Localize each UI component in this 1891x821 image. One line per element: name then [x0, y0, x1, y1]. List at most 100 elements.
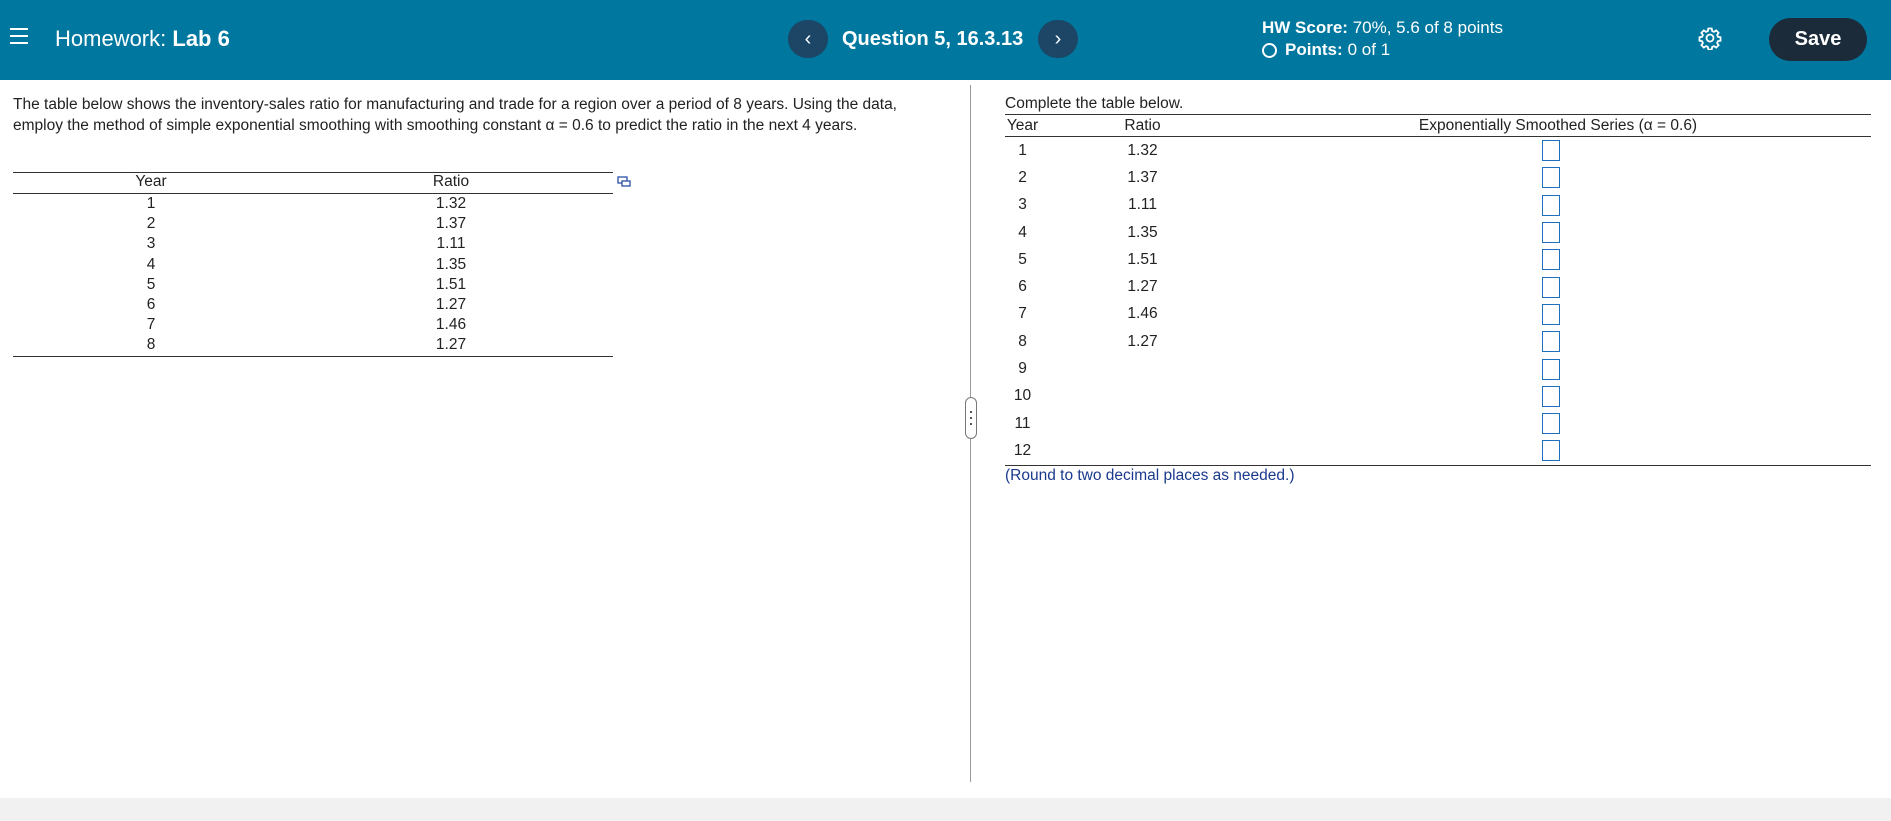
year-cell: 9: [1018, 360, 1027, 378]
smoothed-value-input[interactable]: [1542, 140, 1560, 162]
year-cell: 2: [146, 215, 156, 233]
ratio-cell: 1.46: [435, 316, 467, 334]
series-cell: [1245, 331, 1871, 353]
year-cell: 7: [146, 316, 156, 334]
smoothed-value-input[interactable]: [1542, 358, 1560, 380]
ratio-cell: 1.51: [1127, 250, 1158, 268]
next-question-button[interactable]: ›: [1038, 20, 1078, 58]
answer-row: 5 1.51: [1005, 246, 1871, 273]
year-cell: 4: [146, 255, 156, 273]
chevron-left-icon: ‹: [804, 28, 812, 50]
answer-row: 4 1.35: [1005, 219, 1871, 246]
year-cell: 5: [146, 275, 156, 293]
smoothed-value-input[interactable]: [1542, 303, 1560, 325]
gear-icon[interactable]: [1698, 26, 1722, 50]
ratio-cell: 1.37: [435, 215, 467, 233]
resize-handle[interactable]: [965, 397, 977, 439]
col-series-header: Exponentially Smoothed Series (α = 0.6): [1418, 117, 1698, 134]
ratio-cell: 1.46: [1127, 305, 1158, 323]
copy-table-icon[interactable]: [617, 176, 631, 188]
alpha-expression: α = 0.6: [545, 116, 594, 134]
table-row: 4 1.35: [13, 255, 613, 275]
answer-row: 8 1.27: [1005, 328, 1871, 355]
smoothed-value-input[interactable]: [1542, 331, 1560, 353]
instruction-text: Complete the table below.: [1005, 95, 1184, 112]
smoothed-value-input[interactable]: [1542, 385, 1560, 407]
year-cell: 8: [1018, 332, 1027, 350]
year-cell: 1: [146, 195, 156, 212]
intro-text-2: to predict the ratio in the next 4 years…: [597, 116, 858, 134]
answer-row: 3 1.11: [1005, 192, 1871, 219]
series-cell: [1245, 194, 1871, 216]
year-cell: 6: [1018, 278, 1027, 296]
chevron-right-icon: ›: [1054, 28, 1062, 50]
answer-row: 7 1.46: [1005, 301, 1871, 328]
answer-table: Year Ratio Exponentially Smoothed Series…: [1005, 114, 1871, 466]
save-button[interactable]: Save: [1769, 18, 1867, 61]
series-cell: [1245, 140, 1871, 162]
ratio-cell: 1.11: [1127, 196, 1158, 214]
series-cell: [1245, 222, 1871, 244]
year-cell: 3: [146, 235, 156, 253]
year-cell: 12: [1013, 441, 1032, 459]
table-rule: [1005, 464, 1871, 466]
answer-row: 10: [1005, 383, 1871, 410]
ratio-cell: 1.11: [436, 235, 466, 253]
col-ratio-header: Ratio: [1124, 117, 1161, 134]
table-row: 8 1.27: [13, 335, 613, 355]
series-cell: [1245, 276, 1871, 298]
answer-row: 9: [1005, 355, 1871, 382]
ratio-cell: 1.27: [1127, 278, 1158, 296]
series-cell: [1245, 413, 1871, 435]
year-cell: 7: [1018, 305, 1027, 323]
col-year-header: Year: [1006, 117, 1039, 134]
smoothed-value-input[interactable]: [1542, 194, 1560, 216]
answer-row: 12: [1005, 437, 1871, 464]
series-cell: [1245, 249, 1871, 271]
circle-icon: [1262, 42, 1277, 58]
answer-row: 6 1.27: [1005, 273, 1871, 300]
points-value: 0 of 1: [1347, 40, 1391, 59]
table-row: 6 1.27: [13, 295, 613, 315]
smoothed-value-input[interactable]: [1542, 222, 1560, 244]
smoothed-value-input[interactable]: [1542, 249, 1560, 271]
rounding-note: (Round to two decimal places as needed.): [1005, 467, 1295, 484]
ratio-cell: 1.35: [435, 255, 467, 273]
smoothed-value-input[interactable]: [1542, 276, 1560, 298]
answer-row: 1 1.32: [1005, 137, 1871, 164]
footer-bar: [0, 798, 1891, 821]
previous-question-button[interactable]: ‹: [788, 20, 828, 58]
points-status: Points: 0 of 1: [1262, 40, 1390, 60]
year-cell: 11: [1014, 414, 1031, 432]
series-cell: [1245, 358, 1871, 380]
points-label: Points:: [1285, 40, 1343, 59]
answer-row: 2 1.37: [1005, 164, 1871, 191]
top-bar: Homework: Lab 6 ‹ Question 5, 16.3.13 › …: [0, 0, 1891, 80]
ratio-cell: 1.27: [435, 295, 467, 313]
ratio-cell: 1.27: [1127, 332, 1158, 350]
hw-score-label: HW Score:: [1262, 18, 1348, 37]
year-cell: 6: [146, 295, 156, 313]
smoothed-value-input[interactable]: [1542, 440, 1560, 462]
series-cell: [1245, 167, 1871, 189]
year-cell: 2: [1018, 168, 1027, 186]
table-rule: [13, 355, 613, 357]
data-table: Year Ratio 1 1.32 2 1.37 3 1.11 4 1.35 5 1.51…: [13, 172, 613, 357]
homework-prefix: Homework:: [55, 26, 167, 51]
year-cell: 10: [1013, 387, 1032, 405]
table-header: Year Ratio: [13, 173, 613, 193]
ratio-cell: 1.32: [435, 195, 467, 212]
series-cell: [1245, 440, 1871, 462]
table-row: 3 1.11: [13, 234, 613, 254]
question-label: Question 5, 16.3.13: [842, 28, 1024, 50]
answer-table-header: Year Ratio Exponentially Smoothed Series…: [1005, 115, 1871, 136]
smoothed-value-input[interactable]: [1542, 413, 1560, 435]
hamburger-icon[interactable]: [10, 28, 28, 48]
ratio-cell: 1.27: [435, 336, 467, 354]
ratio-cell: 1.32: [1127, 141, 1158, 159]
ratio-cell: 1.35: [1127, 223, 1158, 241]
hw-score: HW Score: 70%, 5.6 of 8 points: [1262, 18, 1503, 38]
year-cell: 3: [1018, 196, 1027, 214]
smoothed-value-input[interactable]: [1542, 167, 1560, 189]
year-cell: 5: [1018, 250, 1027, 268]
